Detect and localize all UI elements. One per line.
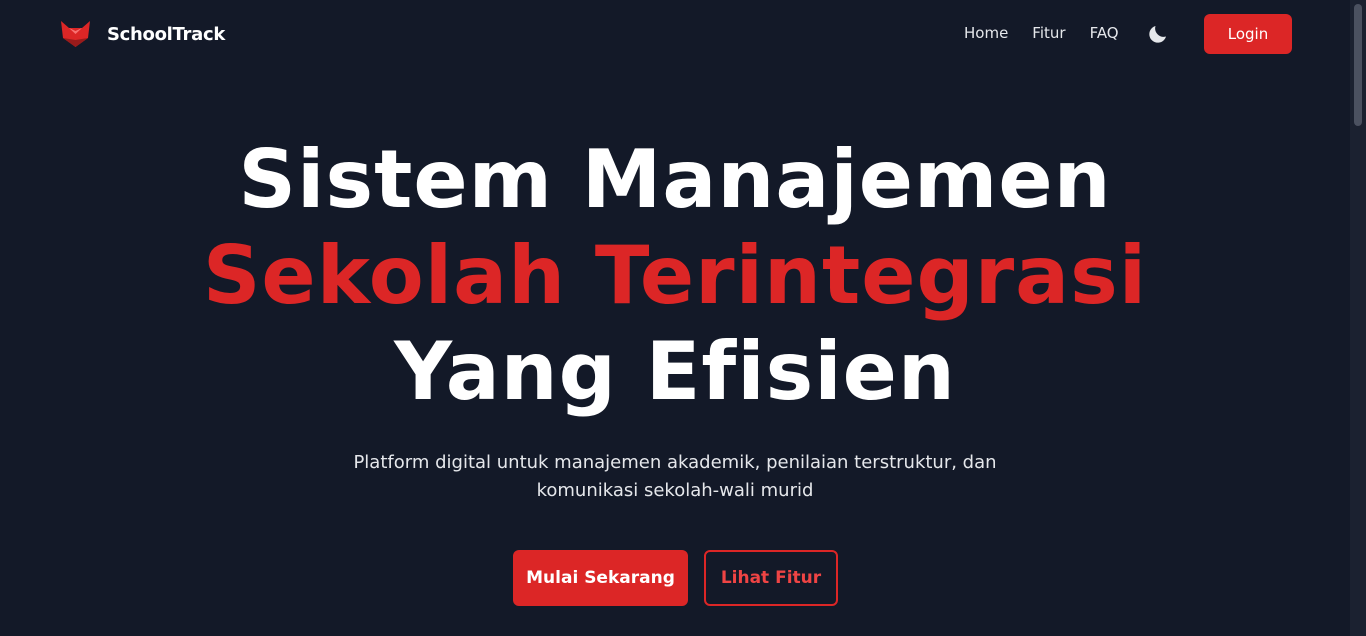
theme-toggle-button[interactable] bbox=[1146, 22, 1170, 46]
navbar: SchoolTrack Home Fitur FAQ Login bbox=[0, 0, 1350, 68]
scrollbar-thumb[interactable] bbox=[1354, 4, 1362, 126]
fox-logo-icon bbox=[61, 21, 90, 47]
nav-links: Home Fitur FAQ bbox=[964, 24, 1119, 42]
hero-title-line-1: Sistem Manajemen bbox=[238, 133, 1112, 226]
hero-subtitle: Platform digital untuk manajemen akademi… bbox=[353, 452, 997, 501]
hero-title: Sistem Manajemen Sekolah Terintegrasi Ya… bbox=[0, 132, 1350, 420]
moon-icon bbox=[1149, 26, 1166, 43]
hero-title-line-2: Sekolah Terintegrasi bbox=[202, 229, 1148, 322]
start-now-button[interactable]: Mulai Sekarang bbox=[513, 550, 688, 606]
nav-link-fitur[interactable]: Fitur bbox=[1032, 24, 1065, 42]
login-button[interactable]: Login bbox=[1204, 14, 1292, 54]
hero-title-line-3: Yang Efisien bbox=[394, 325, 956, 418]
nav-link-home[interactable]: Home bbox=[964, 24, 1008, 42]
brand-link[interactable]: SchoolTrack bbox=[60, 18, 225, 50]
page-scrollbar[interactable] bbox=[1350, 0, 1366, 636]
brand-name: SchoolTrack bbox=[107, 23, 226, 45]
nav-link-faq[interactable]: FAQ bbox=[1090, 24, 1119, 42]
see-features-button[interactable]: Lihat Fitur bbox=[704, 550, 838, 606]
